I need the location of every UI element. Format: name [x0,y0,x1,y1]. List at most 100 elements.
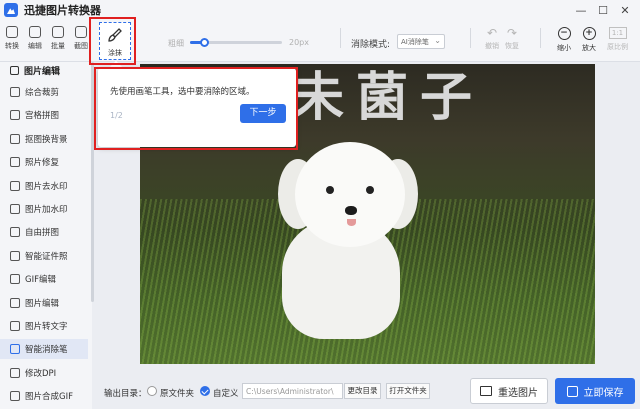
ratio-icon: 1:1 [608,27,627,39]
tooltip-highlight [94,67,298,150]
sidebar-item-label: 图片编辑 [25,298,60,309]
image-edit-icon [10,297,20,308]
add-watermark-icon [10,204,20,214]
edit-tool[interactable]: 编辑 [24,26,46,51]
remove-watermark-icon [10,180,20,191]
toolbar-divider [340,28,341,48]
sidebar-item[interactable]: GIF编辑 [0,269,88,289]
footer-bar: 输出目录： 原文件夹 自定义 C:\Users\Administrator\ 更… [92,372,640,409]
sidebar-item[interactable]: 智能证件照 [0,246,88,266]
dpi-icon [10,367,20,378]
dog-head [295,142,405,247]
dog-nose [345,206,357,215]
slider-thumb[interactable] [199,38,209,47]
brush-size-max: 20px [289,38,309,47]
original-ratio-button[interactable]: 1:1 原比例 [607,27,628,52]
sidebar-item[interactable]: 抠图换背景 [0,129,88,149]
sidebar-item-label: 抠图换背景 [25,134,68,145]
convert-tool[interactable]: 转换 [1,26,23,51]
redo-icon: ↷ [506,26,518,40]
chevron-down-icon: ⌄ [434,36,441,45]
dog-eye [366,186,374,194]
brush-size-slider[interactable] [190,38,282,47]
save-now-button[interactable]: 立即保存 [555,378,635,404]
watermark-text: 未菌子 [292,68,485,128]
sidebar-item[interactable]: 自由拼图 [0,222,88,242]
cutout-icon [10,133,20,144]
restore-icon [10,157,20,168]
smear-tool-highlight [89,17,136,65]
sidebar-item[interactable]: 图片合成GIF [0,386,88,406]
image-edit-icon [10,65,19,75]
sidebar-item-label: 图片去水印 [25,181,68,192]
screenshot-icon [75,26,87,38]
id-photo-icon [10,250,20,261]
sidebar-item-label: 智能消除笔 [25,345,68,356]
redo-button[interactable]: ↷ 恢复 [505,27,519,51]
reselect-image-button[interactable]: 重选图片 [470,378,548,404]
eraser-pen-icon [10,344,20,355]
sidebar-item[interactable]: 图片加水印 [0,199,88,219]
sidebar-item-label: GIF编辑 [25,275,56,286]
output-path-input[interactable]: C:\Users\Administrator\ [242,383,343,399]
undo-icon: ↶ [486,26,498,40]
sidebar-item-label: 自由拼图 [25,228,60,239]
save-icon [566,385,578,397]
sidebar-item[interactable]: 图片去水印 [0,176,88,196]
sidebar-item[interactable]: 修改DPI [0,363,88,383]
source-folder-label: 原文件夹 [160,389,195,399]
custom-folder-radio[interactable] [200,386,210,396]
window-controls: — ☐ ✕ [570,0,636,20]
batch-tool[interactable]: 批量 [47,26,69,51]
sidebar-item-label: 图片加水印 [25,205,68,215]
edit-icon [29,26,41,38]
open-folder-button[interactable]: 打开文件夹 [386,383,430,399]
grid-icon [10,110,20,121]
source-folder-radio[interactable] [147,386,157,396]
maximize-icon[interactable]: ☐ [592,4,614,17]
erase-mode-label: 消除模式: [351,40,391,50]
sidebar-header: 图片编辑 [0,62,92,78]
dog-eye [326,186,334,194]
crop-icon [10,87,20,97]
sidebar-item-label: 修改DPI [25,368,57,379]
erase-mode-value: AI消除笔 [401,38,429,46]
dog-tongue [347,219,356,226]
gif-icon [10,274,20,285]
zoom-in-icon: + [582,27,596,40]
zoom-in-button[interactable]: + 放大 [582,27,596,53]
app-title: 迅捷图片转换器 [24,4,101,17]
sidebar-item[interactable]: 宫格拼图 [0,105,88,125]
sidebar-item[interactable]: 照片修复 [0,152,88,172]
app-logo-icon [4,3,18,17]
sidebar-item[interactable]: 图片转文字 [0,316,88,336]
image-to-text-icon [10,321,20,331]
sidebar-item[interactable]: 综合裁剪 [0,82,88,102]
gif-merge-icon [10,391,20,402]
undo-button[interactable]: ↶ 撤销 [485,27,499,51]
convert-icon [6,26,18,38]
sidebar-item[interactable]: 智能消除笔 [0,339,88,360]
sidebar-item-label: 图片转文字 [25,322,68,332]
sidebar-item-label: 图片合成GIF [25,392,73,403]
image-icon [480,386,492,396]
sidebar-item-label: 照片修复 [25,158,60,169]
sidebar-item-label: 综合裁剪 [25,88,60,98]
sidebar-item-label: 智能证件照 [25,251,68,262]
close-icon[interactable]: ✕ [614,4,636,17]
custom-folder-label: 自定义 [213,389,239,399]
zoom-out-button[interactable]: − 缩小 [557,27,571,53]
batch-icon [52,26,64,38]
collage-icon [10,227,20,238]
brush-size-label: 粗细 [168,39,184,48]
sidebar-item[interactable]: 图片编辑 [0,293,88,313]
sidebar-item-label: 宫格拼图 [25,111,60,122]
sidebar: 图片编辑 综合裁剪宫格拼图抠图换背景照片修复图片去水印图片加水印自由拼图智能证件… [0,62,92,409]
minimize-icon[interactable]: — [570,4,592,17]
toolbar-divider [470,28,471,48]
zoom-out-icon: − [557,27,571,40]
output-dir-label: 输出目录： [104,389,147,399]
erase-mode-select[interactable]: AI消除笔 ⌄ [397,34,445,49]
change-dir-button[interactable]: 更改目录 [344,383,381,399]
toolbar-divider [540,28,541,48]
